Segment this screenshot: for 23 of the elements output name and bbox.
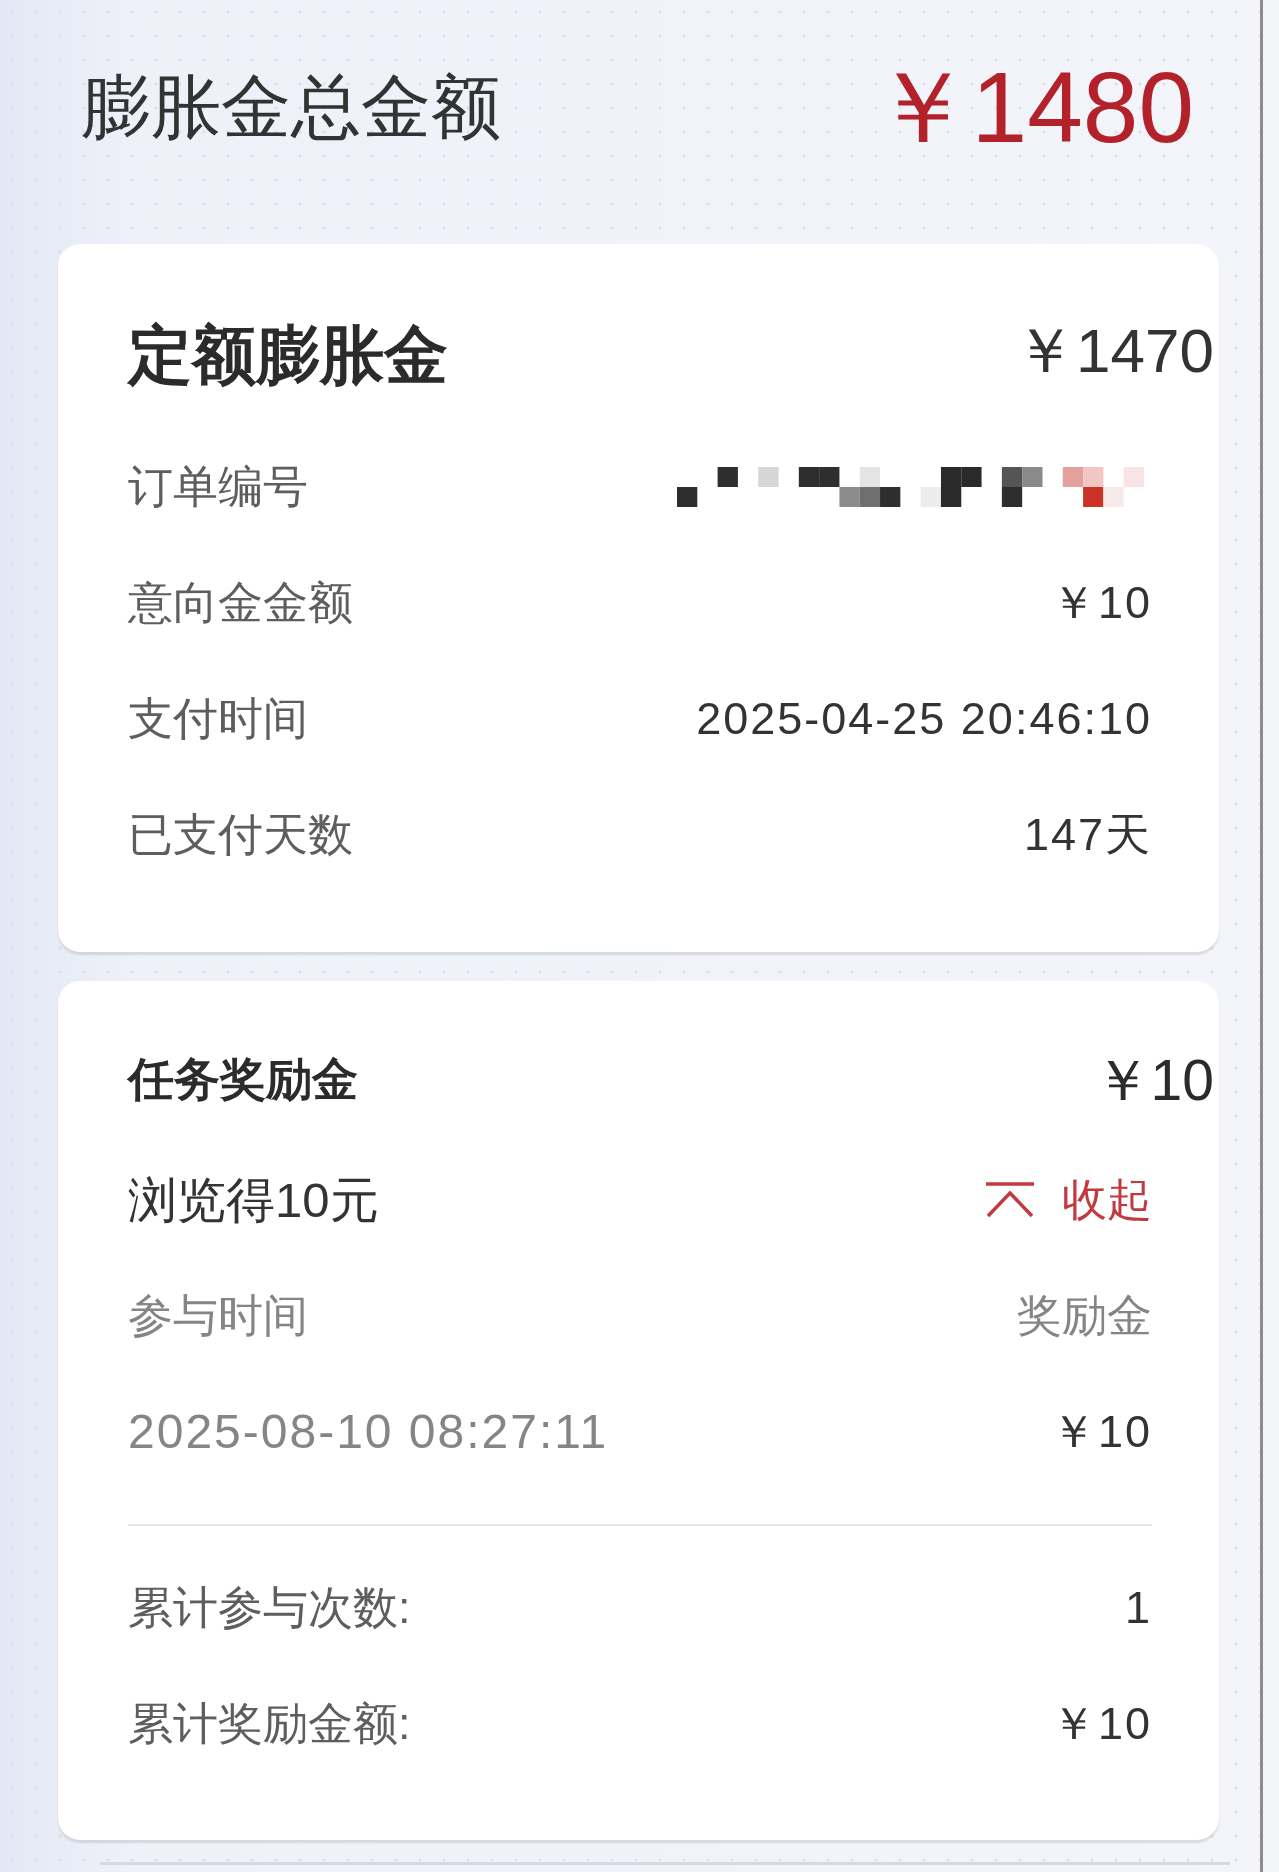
row-label: 已支付天数 xyxy=(128,808,353,862)
task-name: 浏览得10元 xyxy=(128,1171,379,1229)
summary-value: ￥10 xyxy=(1050,1697,1152,1751)
card-title: 定额膨胀金 xyxy=(128,318,448,393)
total-amount: ￥1480 xyxy=(871,52,1194,162)
row-value: 147天 xyxy=(1023,808,1152,862)
card-amount: ￥1470 xyxy=(1014,315,1214,387)
summary-label: 累计参与次数: xyxy=(128,1581,411,1635)
row-label: 订单编号 xyxy=(128,460,308,514)
record-reward: ￥10 xyxy=(1050,1405,1152,1459)
row-label: 意向金金额 xyxy=(128,576,353,630)
row-value: 2025-04-25 20:46:10 xyxy=(696,692,1152,746)
column-header: 参与时间 xyxy=(128,1289,308,1343)
card-title: 任务奖励金 xyxy=(128,1052,358,1108)
row-value: ￥10 xyxy=(1050,576,1152,630)
row-label: 支付时间 xyxy=(128,692,308,746)
total-label: 膨胀金总金额 xyxy=(81,67,501,148)
card-amount: ￥10 xyxy=(1093,1046,1214,1114)
summary-value: 1 xyxy=(1124,1581,1152,1635)
record-time: 2025-08-10 08:27:11 xyxy=(128,1404,609,1461)
summary-label: 累计奖励金额: xyxy=(128,1697,411,1751)
collapse-button[interactable]: 收起 xyxy=(985,1173,1152,1227)
column-header: 奖励金 xyxy=(1017,1289,1152,1343)
